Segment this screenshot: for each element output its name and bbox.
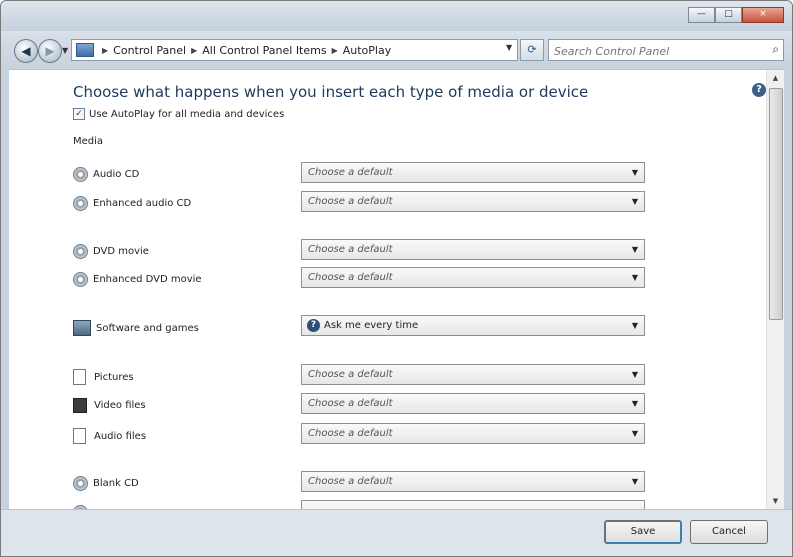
- audio-file-icon: [73, 428, 86, 444]
- media-row-enhanced-dvd-movie: Enhanced DVD movie Choose a default ▼: [73, 267, 645, 291]
- page-title: Choose what happens when you insert each…: [73, 83, 589, 101]
- media-row-audio-cd: Audio CD Choose a default ▼: [73, 162, 645, 186]
- autoplay-window: — □ × ◀ ▶ ▼ ▶ Control Panel ▶ All Contro…: [0, 0, 793, 557]
- control-panel-icon: [76, 43, 94, 57]
- back-button[interactable]: ◀: [14, 39, 38, 63]
- breadcrumb-separator-icon[interactable]: ▶: [102, 46, 108, 55]
- media-action-dropdown[interactable]: ? Ask me every time ▼: [301, 315, 645, 336]
- media-action-dropdown[interactable]: Choose a default ▼: [301, 393, 645, 414]
- media-label: Enhanced audio CD: [73, 196, 191, 211]
- media-label: Audio CD: [73, 167, 139, 182]
- media-row-software-games: Software and games ? Ask me every time ▼: [73, 315, 645, 339]
- media-action-dropdown[interactable]: Choose a default ▼: [301, 364, 645, 385]
- chevron-down-icon: ▼: [631, 273, 638, 282]
- help-icon[interactable]: ?: [752, 83, 766, 97]
- media-label: Video files: [73, 398, 146, 413]
- cancel-button[interactable]: Cancel: [690, 520, 768, 544]
- media-label: Pictures: [73, 369, 134, 385]
- media-label: Software and games: [73, 320, 199, 336]
- video-file-icon: [73, 398, 87, 413]
- navigation-bar: ◀ ▶ ▼ ▶ Control Panel ▶ All Control Pane…: [1, 31, 792, 69]
- media-row-dvd-movie: DVD movie Choose a default ▼: [73, 239, 645, 263]
- title-bar: — □ ×: [1, 1, 792, 31]
- breadcrumb-control-panel[interactable]: Control Panel: [113, 44, 186, 57]
- search-input[interactable]: [549, 42, 759, 61]
- save-button[interactable]: Save: [604, 520, 682, 544]
- software-icon: [73, 320, 91, 336]
- chevron-down-icon: ▼: [631, 197, 638, 206]
- address-bar[interactable]: ▶ Control Panel ▶ All Control Panel Item…: [71, 39, 518, 61]
- media-section-heading: Media: [73, 136, 104, 147]
- use-autoplay-label[interactable]: Use AutoPlay for all media and devices: [89, 109, 284, 120]
- close-button[interactable]: ×: [742, 7, 784, 23]
- content-pane: ? Choose what happens when you insert ea…: [9, 69, 784, 510]
- media-label: Blank CD: [73, 476, 139, 491]
- media-label: Audio files: [73, 428, 146, 444]
- media-action-dropdown[interactable]: Choose a default ▼: [301, 267, 645, 288]
- media-row-audio-files: Audio files Choose a default ▼: [73, 423, 645, 447]
- media-label: Enhanced DVD movie: [73, 272, 202, 287]
- chevron-down-icon: ▼: [631, 429, 638, 438]
- breadcrumb-separator-icon[interactable]: ▶: [191, 46, 197, 55]
- minimize-button[interactable]: —: [688, 7, 715, 23]
- chevron-down-icon: ▼: [631, 321, 638, 330]
- media-action-dropdown[interactable]: Choose a default ▼: [301, 191, 645, 212]
- pictures-file-icon: [73, 369, 86, 385]
- refresh-button[interactable]: ⟳: [520, 39, 544, 61]
- dialog-footer: Save Cancel: [1, 509, 792, 556]
- media-action-dropdown[interactable]: Choose a default ▼: [301, 162, 645, 183]
- chevron-down-icon: ▼: [631, 168, 638, 177]
- maximize-button[interactable]: □: [715, 7, 742, 23]
- search-icon[interactable]: ⌕: [772, 42, 779, 57]
- media-row-enhanced-audio-cd: Enhanced audio CD Choose a default ▼: [73, 191, 645, 215]
- disc-icon: [73, 244, 88, 259]
- search-box[interactable]: ⌕: [548, 39, 784, 61]
- media-row-blank-cd: Blank CD Choose a default ▼: [73, 471, 645, 495]
- caption-buttons: — □ ×: [688, 7, 784, 23]
- disc-icon: [73, 476, 88, 491]
- scroll-down-icon[interactable]: ▼: [767, 493, 784, 510]
- scroll-up-icon[interactable]: ▲: [767, 70, 784, 87]
- breadcrumb-all-items[interactable]: All Control Panel Items: [202, 44, 326, 57]
- forward-button[interactable]: ▶: [38, 39, 62, 63]
- chevron-down-icon: ▼: [631, 399, 638, 408]
- recent-pages-dropdown-icon[interactable]: ▼: [62, 46, 68, 55]
- media-row-pictures: Pictures Choose a default ▼: [73, 364, 645, 388]
- scrollbar-thumb[interactable]: [769, 88, 783, 320]
- chevron-down-icon: ▼: [631, 245, 638, 254]
- disc-icon: [73, 167, 88, 182]
- vertical-scrollbar[interactable]: ▲ ▼: [766, 70, 784, 510]
- media-action-dropdown[interactable]: Choose a default ▼: [301, 471, 645, 492]
- chevron-down-icon: ▼: [631, 370, 638, 379]
- media-action-dropdown[interactable]: Choose a default ▼: [301, 239, 645, 260]
- breadcrumb-autoplay[interactable]: AutoPlay: [343, 44, 391, 57]
- question-icon: ?: [307, 319, 320, 332]
- disc-icon: [73, 196, 88, 211]
- disc-icon: [73, 272, 88, 287]
- use-autoplay-option[interactable]: ✓ Use AutoPlay for all media and devices: [73, 108, 284, 120]
- media-action-dropdown[interactable]: Choose a default ▼: [301, 423, 645, 444]
- media-row-video-files: Video files Choose a default ▼: [73, 393, 645, 417]
- breadcrumb-separator-icon[interactable]: ▶: [332, 46, 338, 55]
- media-label: DVD movie: [73, 244, 149, 259]
- address-dropdown-icon[interactable]: ▼: [506, 43, 512, 52]
- chevron-down-icon: ▼: [631, 477, 638, 486]
- use-autoplay-checkbox[interactable]: ✓: [73, 108, 85, 120]
